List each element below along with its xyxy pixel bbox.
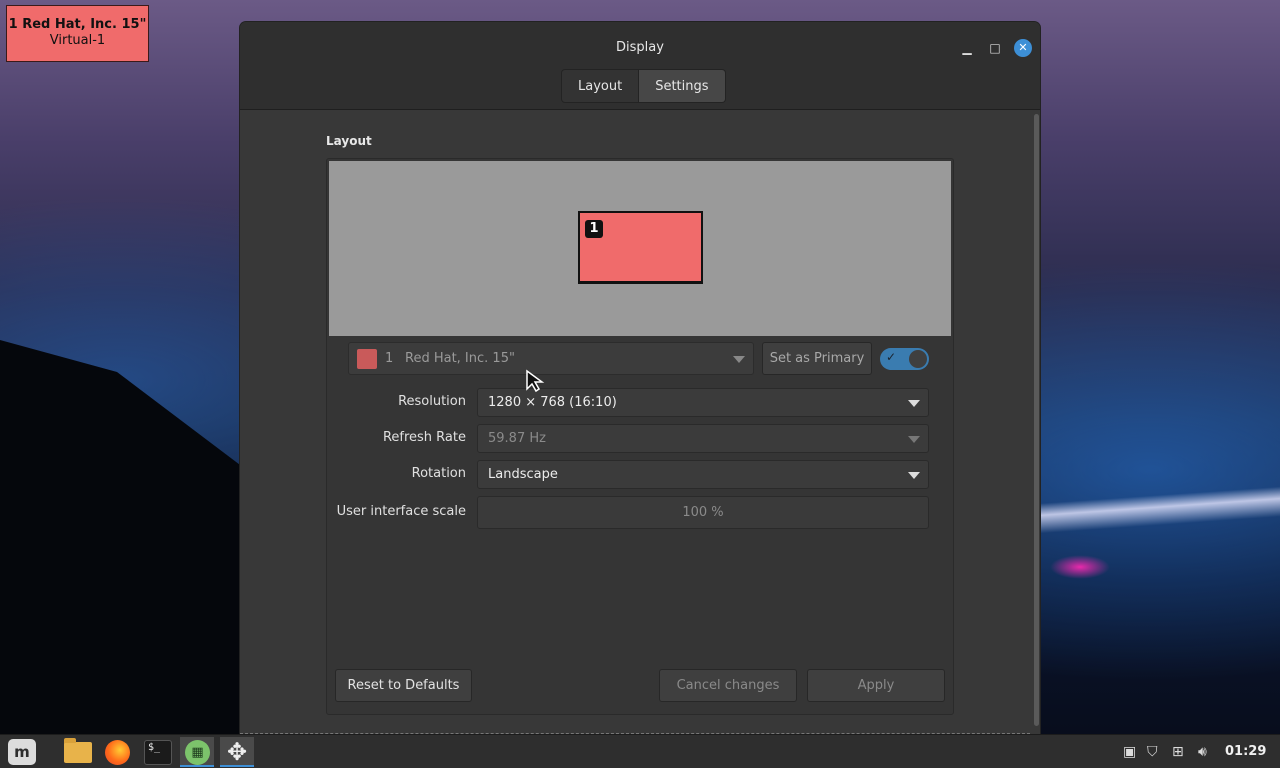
taskbar: m $_ ▦ ✥ ▣ ⛉ ⊞ 🔊︎ 01:29 xyxy=(0,734,1280,768)
apply-button[interactable]: Apply xyxy=(807,669,945,702)
osd-output-name: Virtual-1 xyxy=(49,33,106,48)
cancel-changes-button[interactable]: Cancel changes xyxy=(659,669,797,702)
monitor-color-swatch xyxy=(357,349,377,369)
tab-layout[interactable]: Layout xyxy=(561,69,640,103)
chevron-down-icon xyxy=(733,356,745,363)
resolution-value: 1280 × 768 (16:10) xyxy=(488,395,617,410)
shield-icon[interactable]: ⛉ xyxy=(1147,735,1158,768)
resolution-label: Resolution xyxy=(398,394,466,409)
rotation-value: Landscape xyxy=(488,467,558,482)
firefox-icon[interactable] xyxy=(100,737,134,767)
refresh-rate-label: Refresh Rate xyxy=(382,430,466,445)
mint-menu-icon[interactable]: m xyxy=(4,737,38,767)
maximize-icon[interactable]: □ xyxy=(986,39,1004,57)
view-tabs: Layout Settings xyxy=(561,69,726,103)
minimize-icon[interactable]: ▁ xyxy=(958,39,976,57)
chevron-down-icon xyxy=(908,436,920,443)
osd-monitor-name: 1 Red Hat, Inc. 15" xyxy=(8,17,147,32)
monitor-number-badge: 1 xyxy=(585,220,603,238)
terminal-icon[interactable]: $_ xyxy=(140,737,174,767)
window-content: Layout 1 1 Red Hat, Inc. 15" Set as Prim… xyxy=(240,110,1040,734)
files-icon[interactable] xyxy=(60,737,94,767)
toggle-knob xyxy=(909,350,927,368)
rotation-dropdown[interactable]: Landscape xyxy=(477,460,929,489)
network-icon[interactable]: ⊞ xyxy=(1172,735,1184,768)
monitor-enable-toggle[interactable]: ✓ xyxy=(880,348,929,370)
monitor-select-name: Red Hat, Inc. 15" xyxy=(405,351,515,366)
ui-scale-label: User interface scale xyxy=(336,504,466,519)
display-window: Display ▁ □ ✕ Layout Settings Layout 1 1… xyxy=(240,22,1040,734)
calculator-icon[interactable]: ▦ xyxy=(180,737,214,767)
desktop-bridge-light xyxy=(1050,555,1110,579)
set-as-primary-button[interactable]: Set as Primary xyxy=(762,342,872,375)
display-settings-icon[interactable]: ✥ xyxy=(220,737,254,767)
refresh-rate-dropdown[interactable]: 59.87 Hz xyxy=(477,424,929,453)
close-icon[interactable]: ✕ xyxy=(1014,39,1032,57)
clock[interactable]: 01:29 xyxy=(1225,735,1266,768)
desktop-bridge xyxy=(1040,486,1280,534)
monitor-tile[interactable]: 1 xyxy=(578,211,703,284)
window-title: Display xyxy=(616,40,664,55)
chevron-down-icon xyxy=(908,400,920,407)
monitor-arrangement-area[interactable]: 1 xyxy=(329,161,951,336)
ui-scale-control[interactable]: 100 % xyxy=(477,496,929,529)
monitor-select-dropdown[interactable]: 1 Red Hat, Inc. 15" xyxy=(348,342,754,375)
section-title: Layout xyxy=(326,134,372,148)
mouse-pointer-icon xyxy=(526,369,545,393)
tab-settings[interactable]: Settings xyxy=(639,69,726,103)
refresh-rate-value: 59.87 Hz xyxy=(488,431,546,446)
desktop-hill xyxy=(0,340,260,740)
window-headerbar: Display ▁ □ ✕ Layout Settings xyxy=(240,22,1040,110)
rotation-label: Rotation xyxy=(411,466,466,481)
monitor-osd-label: 1 Red Hat, Inc. 15" Virtual-1 xyxy=(6,5,149,62)
clipboard-icon[interactable]: ▣ xyxy=(1123,735,1136,768)
check-icon: ✓ xyxy=(886,350,897,364)
chevron-down-icon xyxy=(908,472,920,479)
monitor-select-index: 1 xyxy=(385,351,394,366)
reset-to-defaults-button[interactable]: Reset to Defaults xyxy=(335,669,472,702)
scrollbar[interactable] xyxy=(1034,114,1039,726)
volume-icon[interactable]: 🔊︎ xyxy=(1198,735,1207,768)
layout-panel: 1 1 Red Hat, Inc. 15" Set as Primary ✓ R… xyxy=(326,158,954,715)
